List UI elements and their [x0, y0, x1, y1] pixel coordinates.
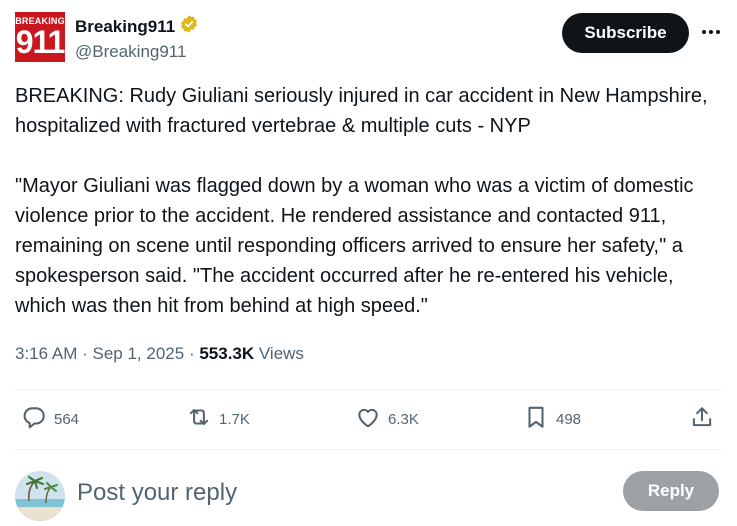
author-names: Breaking911 @Breaking911: [75, 14, 199, 64]
reply-button[interactable]: Reply: [623, 471, 719, 511]
user-avatar[interactable]: [15, 471, 65, 521]
tweet-actions: 564 1.7K 6.3K 498: [15, 403, 722, 435]
author-handle[interactable]: @Breaking911: [75, 40, 199, 64]
like-action[interactable]: 6.3K: [355, 403, 419, 435]
tweet-meta: 3:16 AM · Sep 1, 2025 · 553.3K Views: [15, 342, 304, 366]
tweet-paragraph: BREAKING: Rudy Giuliani seriously injure…: [15, 85, 708, 137]
verified-badge-icon: [179, 14, 199, 40]
tweet-text: BREAKING: Rudy Giuliani seriously injure…: [15, 81, 727, 321]
views-label: Views: [258, 344, 304, 363]
reply-icon: [21, 404, 47, 434]
bookmark-action[interactable]: 498: [523, 403, 581, 435]
reply-action[interactable]: 564: [21, 403, 79, 435]
divider: [15, 449, 722, 450]
repost-action[interactable]: 1.7K: [186, 403, 250, 435]
like-count: 6.3K: [388, 410, 419, 428]
views-count: 553.3K: [199, 344, 255, 363]
reply-input[interactable]: Post your reply: [77, 478, 237, 508]
tweet-header: BREAKING 911 Breaking911 @Breaking911 Su…: [15, 12, 722, 64]
share-icon: [689, 404, 715, 434]
more-horizontal-icon[interactable]: [700, 20, 722, 44]
author-display-name[interactable]: Breaking911: [75, 16, 175, 38]
share-action[interactable]: [689, 403, 715, 435]
author-avatar[interactable]: BREAKING 911: [15, 12, 65, 62]
tweet-paragraph: "Mayor Giuliani was flagged down by a wo…: [15, 175, 694, 317]
heart-icon: [355, 404, 381, 434]
tweet-time[interactable]: 3:16 AM: [15, 344, 77, 363]
subscribe-button[interactable]: Subscribe: [562, 13, 689, 53]
divider: [15, 389, 722, 390]
author-display-name-row[interactable]: Breaking911: [75, 14, 199, 40]
repost-icon: [186, 404, 212, 434]
bookmark-icon: [523, 404, 549, 434]
bookmark-count: 498: [556, 410, 582, 428]
meta-separator: ·: [82, 344, 93, 363]
repost-count: 1.7K: [219, 410, 250, 428]
tweet-date[interactable]: Sep 1, 2025: [93, 344, 185, 363]
reply-composer: Post your reply Reply: [15, 470, 722, 522]
meta-separator: ·: [188, 344, 200, 363]
reply-count: 564: [54, 410, 80, 428]
avatar-text-main: 911: [15, 24, 65, 60]
